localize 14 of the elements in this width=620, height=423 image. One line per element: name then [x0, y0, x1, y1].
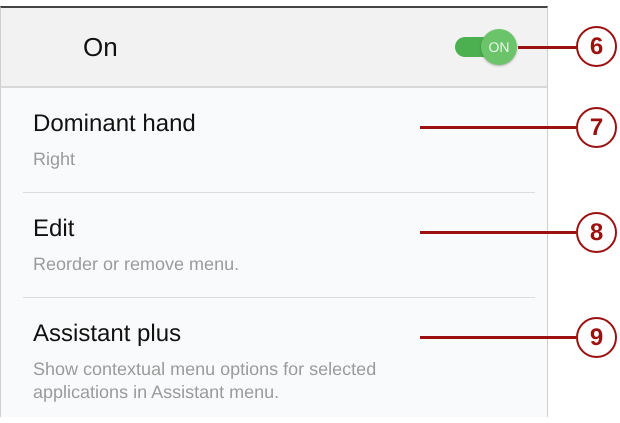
- settings-item[interactable]: Dominant hand Right: [0, 88, 548, 193]
- switch-label: On: [83, 32, 119, 62]
- item-description: Show contextual menu options for selected applications in Assistant menu.: [33, 358, 378, 404]
- item-title: Assistant plus: [33, 320, 182, 348]
- callout-number: 6: [590, 32, 604, 60]
- item-description: Right: [33, 148, 76, 171]
- callout-number: 7: [590, 114, 604, 142]
- callout-number: 9: [590, 324, 604, 352]
- item-title: Dominant hand: [33, 110, 196, 138]
- item-description: Reorder or remove menu.: [33, 253, 240, 276]
- settings-item[interactable]: Edit Reorder or remove menu.: [0, 193, 548, 298]
- callout-number: 8: [590, 218, 604, 246]
- item-title: Edit: [33, 215, 74, 243]
- settings-item[interactable]: Assistant plus Show contextual menu options for selected applications in Assistant menu.: [0, 298, 548, 417]
